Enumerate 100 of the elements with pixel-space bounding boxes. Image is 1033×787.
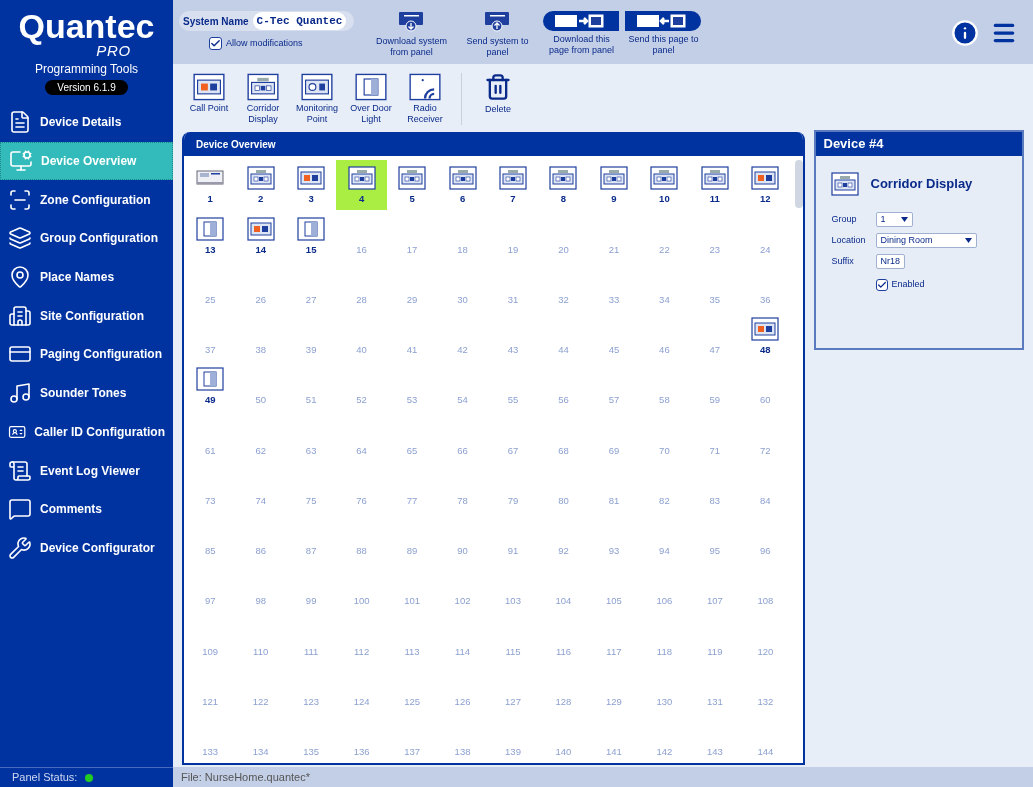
device-slot[interactable]: 54 bbox=[437, 361, 488, 411]
device-slot[interactable]: 70 bbox=[639, 411, 690, 461]
device-slot[interactable]: 41 bbox=[386, 310, 438, 361]
device-slot[interactable]: 89 bbox=[386, 511, 438, 562]
device-slot[interactable]: 3 bbox=[285, 160, 337, 210]
device-slot[interactable]: 116 bbox=[538, 612, 589, 662]
device-slot[interactable]: 114 bbox=[437, 612, 488, 662]
device-slot[interactable]: 27 bbox=[285, 260, 337, 310]
device-slot[interactable]: 64 bbox=[336, 411, 387, 461]
device-slot[interactable]: 100 bbox=[336, 562, 387, 612]
device-slot[interactable]: 11 bbox=[689, 160, 741, 210]
nav-item[interactable]: Device Details bbox=[0, 103, 173, 142]
device-slot[interactable]: 15 bbox=[285, 210, 337, 260]
suffix-field[interactable]: Nr18 bbox=[875, 254, 905, 269]
device-slot[interactable]: 126 bbox=[437, 662, 488, 712]
device-slot[interactable]: 51 bbox=[285, 361, 337, 411]
device-type-button[interactable]: Call Point bbox=[187, 73, 231, 114]
nav-item[interactable]: Group Configuration bbox=[0, 219, 173, 258]
device-slot[interactable]: 33 bbox=[588, 260, 640, 310]
device-slot[interactable]: 128 bbox=[538, 662, 589, 712]
device-slot[interactable]: 130 bbox=[639, 662, 690, 712]
device-slot[interactable]: 32 bbox=[538, 260, 589, 310]
device-type-button[interactable]: Over Door Light bbox=[349, 73, 393, 125]
device-slot[interactable]: 120 bbox=[740, 612, 791, 662]
device-slot[interactable]: 105 bbox=[588, 562, 640, 612]
device-slot[interactable]: 78 bbox=[437, 461, 488, 511]
device-slot[interactable]: 97 bbox=[185, 562, 236, 612]
device-slot[interactable]: 108 bbox=[740, 562, 791, 612]
nav-item[interactable]: Sounder Tones bbox=[0, 373, 173, 413]
nav-item[interactable]: Place Names bbox=[0, 257, 173, 297]
device-slot[interactable]: 39 bbox=[285, 310, 337, 361]
enabled-checkbox[interactable] bbox=[875, 278, 888, 291]
device-slot[interactable]: 4 bbox=[336, 160, 387, 210]
device-slot[interactable]: 95 bbox=[689, 511, 741, 562]
nav-item[interactable]: Event Log Viewer bbox=[0, 451, 173, 490]
device-slot[interactable]: 63 bbox=[285, 411, 337, 461]
device-slot[interactable]: 125 bbox=[386, 662, 438, 712]
device-slot[interactable]: 85 bbox=[185, 511, 236, 562]
panel-transfer-button[interactable]: Download system from panel bbox=[370, 11, 453, 58]
nav-item[interactable]: Caller ID Configuration bbox=[0, 412, 173, 452]
device-slot[interactable]: 53 bbox=[386, 361, 438, 411]
device-slot[interactable]: 38 bbox=[235, 310, 286, 361]
device-slot[interactable]: 55 bbox=[487, 361, 539, 411]
device-slot[interactable]: 43 bbox=[487, 310, 539, 361]
device-slot[interactable]: 2 bbox=[235, 160, 286, 210]
device-slot[interactable]: 144 bbox=[740, 712, 791, 763]
device-slot[interactable]: 121 bbox=[185, 662, 236, 712]
device-slot[interactable]: 7 bbox=[487, 160, 539, 210]
allow-modifications-checkbox[interactable] bbox=[209, 37, 222, 51]
device-slot[interactable]: 91 bbox=[487, 511, 539, 562]
device-slot[interactable]: 124 bbox=[336, 662, 387, 712]
device-slot[interactable]: 20 bbox=[538, 210, 589, 260]
panel-transfer-button[interactable]: Send this page to panel bbox=[624, 11, 703, 56]
device-slot[interactable]: 82 bbox=[639, 461, 690, 511]
nav-item[interactable]: Zone Configuration bbox=[0, 180, 173, 220]
device-slot[interactable]: 44 bbox=[538, 310, 589, 361]
device-slot[interactable]: 23 bbox=[689, 210, 741, 260]
device-slot[interactable]: 65 bbox=[386, 411, 438, 461]
device-slot[interactable]: 141 bbox=[588, 712, 640, 763]
device-slot[interactable]: 87 bbox=[285, 511, 337, 562]
device-slot[interactable]: 112 bbox=[336, 612, 387, 662]
device-slot[interactable]: 47 bbox=[689, 310, 741, 361]
nav-item[interactable]: Device Configurator bbox=[0, 528, 173, 568]
device-slot[interactable]: 119 bbox=[689, 612, 741, 662]
device-slot[interactable]: 28 bbox=[336, 260, 387, 310]
device-slot[interactable]: 21 bbox=[588, 210, 640, 260]
device-slot[interactable]: 110 bbox=[235, 612, 286, 662]
device-slot[interactable]: 35 bbox=[689, 260, 741, 310]
device-slot[interactable]: 40 bbox=[336, 310, 387, 361]
device-slot[interactable]: 56 bbox=[538, 361, 589, 411]
device-slot[interactable]: 61 bbox=[185, 411, 236, 461]
device-slot[interactable]: 50 bbox=[235, 361, 286, 411]
device-slot[interactable]: 8 bbox=[538, 160, 589, 210]
device-slot[interactable]: 49 bbox=[185, 361, 236, 411]
device-type-button[interactable]: Radio Receiver bbox=[403, 73, 447, 125]
device-slot[interactable]: 58 bbox=[639, 361, 690, 411]
device-slot[interactable]: 25 bbox=[185, 260, 236, 310]
device-slot[interactable]: 60 bbox=[740, 361, 791, 411]
device-slot[interactable]: 42 bbox=[437, 310, 488, 361]
device-slot[interactable]: 123 bbox=[285, 662, 337, 712]
device-slot[interactable]: 37 bbox=[185, 310, 236, 361]
device-slot[interactable]: 30 bbox=[437, 260, 488, 310]
device-slot[interactable]: 10 bbox=[639, 160, 690, 210]
device-slot[interactable]: 96 bbox=[740, 511, 791, 562]
device-slot[interactable]: 22 bbox=[639, 210, 690, 260]
panel-transfer-button[interactable]: Download this page from panel bbox=[542, 11, 621, 56]
device-slot[interactable]: 12 bbox=[740, 160, 791, 210]
nav-item[interactable]: Paging Configuration bbox=[0, 335, 173, 374]
device-slot[interactable]: 122 bbox=[235, 662, 286, 712]
nav-item[interactable]: Device Overview bbox=[0, 141, 173, 181]
device-slot[interactable]: 93 bbox=[588, 511, 640, 562]
device-slot[interactable]: 104 bbox=[538, 562, 589, 612]
device-slot[interactable]: 109 bbox=[185, 612, 236, 662]
device-slot[interactable]: 13 bbox=[185, 210, 236, 260]
device-slot[interactable]: 132 bbox=[740, 662, 791, 712]
device-slot[interactable]: 14 bbox=[235, 210, 286, 260]
scrollbar[interactable] bbox=[794, 160, 803, 208]
device-slot[interactable]: 115 bbox=[487, 612, 539, 662]
device-slot[interactable]: 24 bbox=[740, 210, 791, 260]
device-slot[interactable]: 19 bbox=[487, 210, 539, 260]
